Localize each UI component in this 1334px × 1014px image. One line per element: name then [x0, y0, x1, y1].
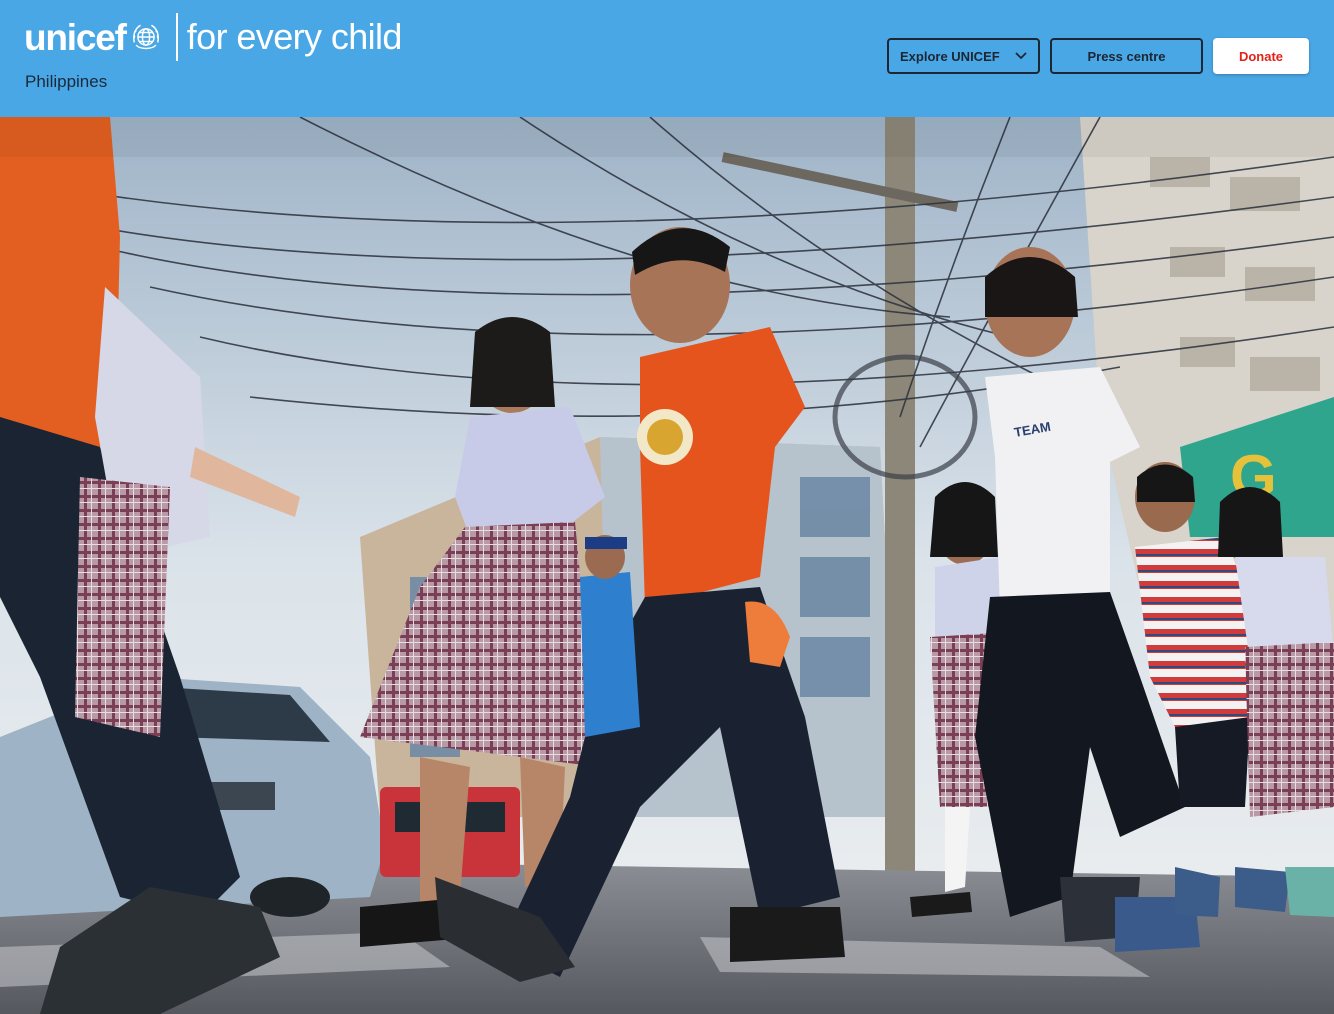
brand-divider: [175, 13, 178, 61]
press-centre-button[interactable]: Press centre: [1050, 38, 1203, 74]
header-nav: Explore UNICEF Press centre Donate: [887, 38, 1309, 74]
hero-image: G TEAM: [0, 117, 1334, 1014]
unicef-wordmark: unicef: [24, 16, 127, 58]
press-centre-label: Press centre: [1087, 48, 1166, 64]
brand-tagline: for every child: [186, 16, 403, 57]
unicef-globe-emblem-icon: [132, 24, 159, 50]
site-header: unicef for every child Philippines Explo…: [0, 0, 1334, 117]
donate-button[interactable]: Donate: [1213, 38, 1309, 74]
explore-unicef-dropdown[interactable]: Explore UNICEF: [887, 38, 1040, 74]
donate-label: Donate: [1238, 48, 1284, 64]
brand-logo[interactable]: unicef for every child: [24, 12, 402, 62]
country-label[interactable]: Philippines: [25, 72, 107, 92]
chevron-down-icon: [1015, 52, 1027, 59]
hero-photo-children-crossing-street: G TEAM: [0, 117, 1334, 1014]
explore-unicef-label: Explore UNICEF: [900, 48, 1000, 64]
